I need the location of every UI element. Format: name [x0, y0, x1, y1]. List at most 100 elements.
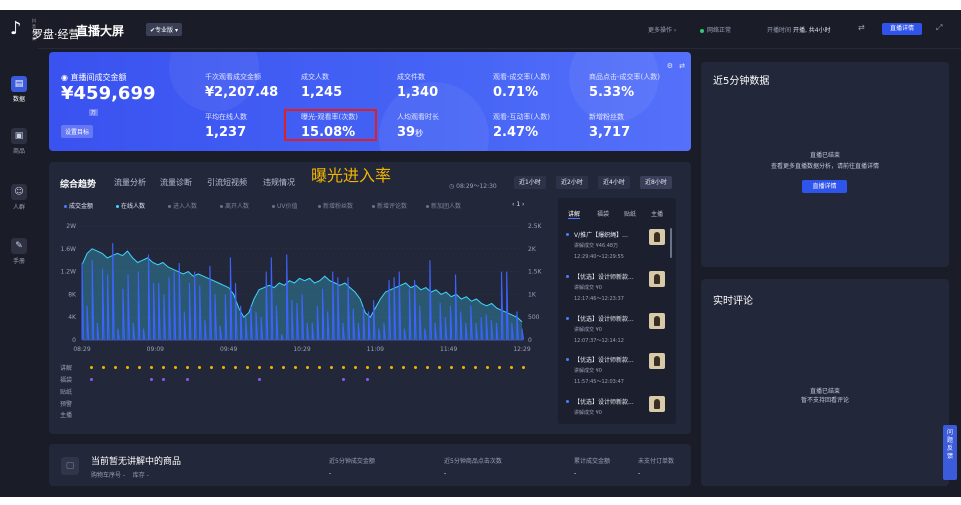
- event-dot[interactable]: [498, 366, 501, 369]
- sidebar-item-people[interactable]: ☺ 人群: [4, 184, 34, 211]
- live-detail-button[interactable]: 直播详情: [882, 23, 922, 35]
- metric-label: 新加团人数: [431, 203, 462, 210]
- event-dot[interactable]: [126, 366, 129, 369]
- tab-overall-trend[interactable]: 综合趋势: [60, 177, 96, 190]
- event-dot[interactable]: [282, 366, 285, 369]
- metric-pager[interactable]: ‹ 1 ›: [512, 201, 524, 208]
- x-tick-label: 11:49: [440, 346, 457, 353]
- set-goal-button[interactable]: 设置目标: [61, 125, 94, 138]
- list-item-title: 【优选】设计师新款...: [574, 274, 634, 281]
- metric-enter[interactable]: 进入人数: [168, 201, 197, 210]
- event-dot[interactable]: [366, 366, 369, 369]
- tab-sticker[interactable]: 贴纸: [624, 209, 636, 218]
- event-dot[interactable]: [378, 366, 381, 369]
- sidebar-item-goods[interactable]: ▣ 商品: [4, 128, 34, 155]
- event-dot[interactable]: [150, 378, 153, 381]
- sidebar-item-manual[interactable]: ✎ 手册: [4, 238, 34, 265]
- event-dot[interactable]: [186, 366, 189, 369]
- tab-traffic-analysis[interactable]: 流量分析: [114, 177, 146, 188]
- event-dot[interactable]: [402, 366, 405, 369]
- metric-gmv[interactable]: 成交金额: [64, 201, 93, 210]
- manual-icon: ✎: [11, 238, 27, 254]
- metric-online[interactable]: 在线人数: [116, 201, 145, 210]
- range-1h[interactable]: 近1小时: [514, 176, 546, 189]
- current-product-title: 当前暂无讲解中的商品: [91, 457, 182, 467]
- event-dot[interactable]: [258, 378, 261, 381]
- live-detail-button[interactable]: 直播详情: [802, 180, 847, 193]
- metric-dot: [116, 205, 119, 208]
- event-dot[interactable]: [258, 366, 261, 369]
- range-4h[interactable]: 近4小时: [598, 176, 630, 189]
- metric-new-group[interactable]: 新加团人数: [426, 201, 461, 210]
- event-dot[interactable]: [474, 366, 477, 369]
- app-logo[interactable]: ♪ 抖音电商 罗盘·经营: [10, 18, 80, 41]
- tab-lucky-bag[interactable]: 福袋: [597, 209, 609, 218]
- tab-violations[interactable]: 违规情况: [263, 177, 295, 188]
- event-dot[interactable]: [486, 366, 489, 369]
- event-dot[interactable]: [462, 366, 465, 369]
- panel-message: 直播已结束: [809, 152, 840, 159]
- event-dot[interactable]: [318, 366, 321, 369]
- event-dot[interactable]: [114, 366, 117, 369]
- range-2h[interactable]: 近2小时: [556, 176, 588, 189]
- event-dot[interactable]: [306, 366, 309, 369]
- event-dot[interactable]: [150, 366, 153, 369]
- event-dot[interactable]: [162, 366, 165, 369]
- event-dot[interactable]: [342, 378, 345, 381]
- edition-badge[interactable]: ✔专业版 ▾: [146, 23, 182, 36]
- metric-new-comments[interactable]: 新增评论数: [372, 201, 407, 210]
- tab-explain[interactable]: 讲解: [568, 209, 581, 219]
- list-scrollbar[interactable]: [670, 228, 672, 258]
- event-dot[interactable]: [162, 378, 165, 381]
- event-dot[interactable]: [198, 366, 201, 369]
- event-dot[interactable]: [522, 366, 525, 369]
- event-dot[interactable]: [354, 366, 357, 369]
- event-dot[interactable]: [90, 366, 93, 369]
- kpi-label: 成交人数: [301, 73, 329, 81]
- tab-short-video[interactable]: 引流短视频: [207, 177, 247, 188]
- highlight-box: [284, 109, 377, 141]
- event-dot[interactable]: [414, 366, 417, 369]
- event-dot[interactable]: [510, 366, 513, 369]
- metric-new-fans[interactable]: 新增粉丝数: [318, 201, 353, 210]
- event-dot[interactable]: [366, 378, 369, 381]
- swap-icon[interactable]: ⇄: [858, 23, 865, 32]
- event-dot[interactable]: [450, 366, 453, 369]
- settings-icon[interactable]: ⚙: [667, 62, 673, 70]
- event-dot[interactable]: [342, 366, 345, 369]
- event-dot[interactable]: [438, 366, 441, 369]
- product-thumbnail: [649, 229, 665, 245]
- list-item-sub: 讲解成交 ¥0: [574, 327, 602, 333]
- x-tick-label: 08:29: [73, 346, 90, 353]
- event-dot[interactable]: [138, 366, 141, 369]
- kpi-label: 成交件数: [397, 73, 425, 81]
- event-dot[interactable]: [210, 366, 213, 369]
- sidebar-item-data[interactable]: ▤ 数据: [4, 76, 34, 103]
- swap-icon[interactable]: ⇄: [679, 62, 685, 70]
- event-dot[interactable]: [246, 366, 249, 369]
- metric-dot: [168, 205, 171, 208]
- more-actions[interactable]: 更多操作 ›: [648, 25, 676, 34]
- metric-leave[interactable]: 离开人数: [220, 201, 249, 210]
- event-dot[interactable]: [390, 366, 393, 369]
- event-dot[interactable]: [102, 366, 105, 369]
- tab-host[interactable]: 主播: [651, 209, 663, 218]
- feedback-button[interactable]: 问题反馈: [943, 425, 957, 480]
- event-dot[interactable]: [426, 366, 429, 369]
- event-dot[interactable]: [174, 366, 177, 369]
- range-8h[interactable]: 近8小时: [640, 176, 672, 189]
- event-dot[interactable]: [294, 366, 297, 369]
- event-dot[interactable]: [222, 366, 225, 369]
- expand-icon[interactable]: ⤢: [936, 23, 942, 33]
- kpi-value: 39秒: [397, 125, 423, 140]
- metric-uv[interactable]: UV价值: [272, 201, 298, 210]
- x-tick-label: 12:29: [513, 346, 530, 353]
- data-icon: ▤: [11, 76, 27, 92]
- list-item-dot: [566, 358, 569, 361]
- event-dot[interactable]: [90, 378, 93, 381]
- event-dot[interactable]: [186, 378, 189, 381]
- event-dot[interactable]: [270, 366, 273, 369]
- event-dot[interactable]: [330, 366, 333, 369]
- tab-traffic-diagnosis[interactable]: 流量诊断: [160, 177, 192, 188]
- event-dot[interactable]: [234, 366, 237, 369]
